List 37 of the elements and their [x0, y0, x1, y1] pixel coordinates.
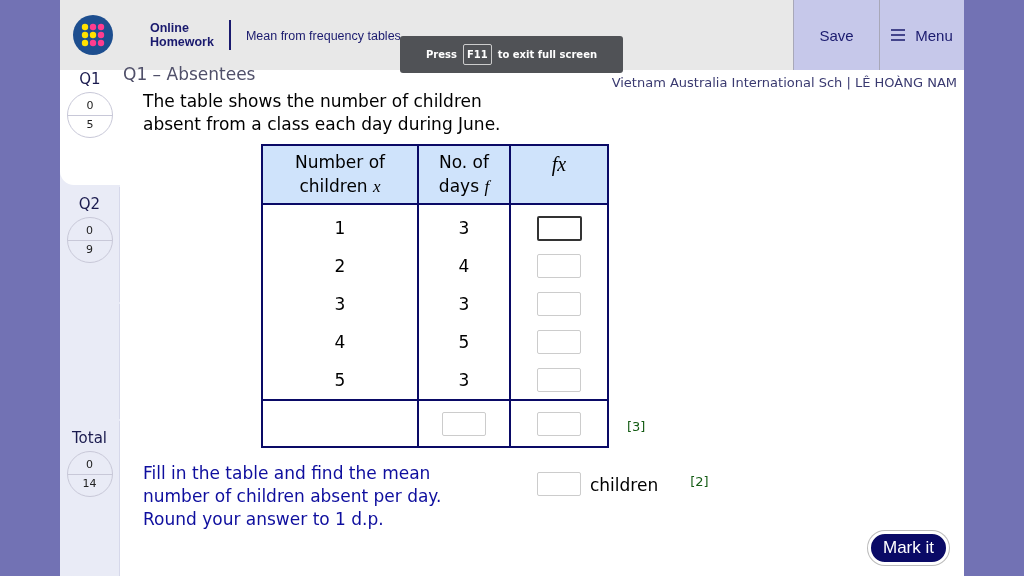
score-circle: 0 5 — [67, 92, 113, 138]
school-name: Vietnam Australia International Sch | LÊ HOÀNG NAM — [611, 75, 957, 90]
save-button[interactable]: Save — [793, 0, 879, 70]
column-header: fx — [510, 145, 608, 204]
brand-name: Online — [150, 21, 190, 35]
table-cell: 4 — [418, 247, 510, 285]
key-label: F11 — [462, 44, 492, 65]
table-cell: 3 — [418, 204, 510, 247]
table-cell: 3 — [418, 285, 510, 323]
logo-icon — [73, 15, 113, 55]
marks-label: [3] — [627, 419, 646, 434]
marks-label: [2] — [690, 474, 709, 489]
menu-button[interactable]: Menu — [879, 0, 964, 70]
instruction-text: Fill in the table and find the mean number of children absent per day. Round your answer to 1 d.p. — [143, 462, 443, 531]
question-title: Q1 – Absentees — [123, 64, 256, 84]
column-header: No. of days f — [418, 145, 510, 204]
toast-text: Press — [425, 49, 457, 60]
input-field[interactable] — [536, 215, 582, 241]
question-tab[interactable]: Q1 0 5 — [60, 70, 120, 185]
score-circle: 0 14 — [66, 451, 113, 497]
score-circle: 0 9 — [66, 217, 113, 263]
table-cell: 3 — [262, 285, 418, 323]
table-cell: 1 — [262, 204, 418, 247]
unit-label: children — [590, 475, 659, 495]
table-cell: 3 — [418, 361, 510, 400]
column-header: Number of children x — [262, 145, 418, 204]
brand-name: Homework — [150, 35, 214, 49]
question-text: The table shows the number of children absent from a class each day during June. — [143, 90, 502, 136]
table-cell: 2 — [262, 247, 418, 285]
answer-field[interactable] — [537, 472, 581, 496]
mark-it-button[interactable]: Mark it — [868, 531, 949, 565]
topic-title: Mean from frequency tables — [245, 29, 401, 43]
menu-icon — [891, 29, 906, 41]
table-cell: 5 — [418, 323, 510, 361]
toast-text: to exit full screen — [497, 49, 598, 60]
table-cell: 4 — [262, 323, 418, 361]
table-cell: 5 — [262, 361, 418, 400]
